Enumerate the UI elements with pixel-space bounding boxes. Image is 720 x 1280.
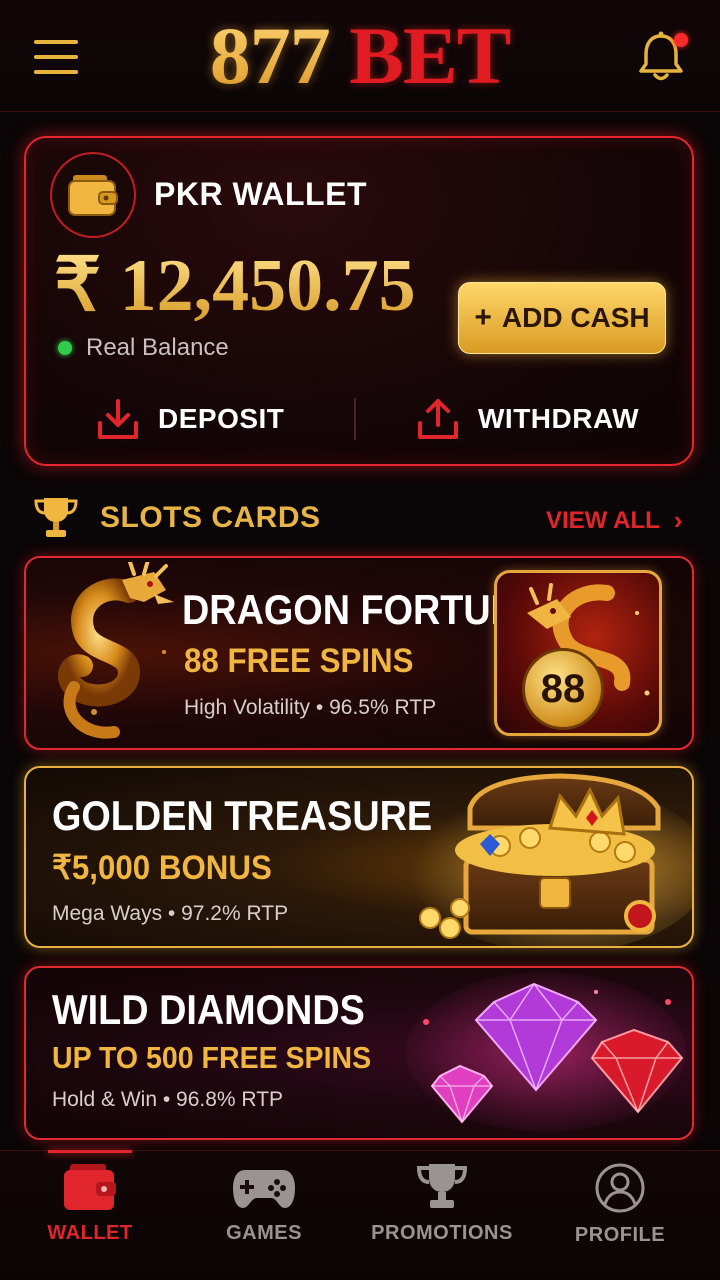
add-cash-button[interactable]: + ADD CASH: [458, 282, 666, 354]
nav-label-promotions: PROMOTIONS: [371, 1222, 513, 1244]
notification-dot: [674, 33, 688, 47]
diamonds-art: [406, 972, 686, 1132]
real-balance-label: Real Balance: [86, 334, 229, 361]
slot-meta: Hold & Win • 96.8% RTP: [52, 1088, 284, 1111]
slot-meta: High Volatility • 96.5% RTP: [184, 696, 437, 719]
deposit-label: DEPOSIT: [158, 403, 285, 434]
nav-active-indicator: [48, 1150, 132, 1153]
slot-offer: UP TO 500 FREE SPINS: [52, 1040, 372, 1075]
view-all-link[interactable]: VIEW ALL ›: [546, 505, 682, 536]
logo-word: BET: [349, 10, 511, 101]
treasure-chest-art: [410, 773, 692, 946]
nav-item-games[interactable]: GAMES: [184, 1162, 344, 1262]
wallet-icon-badge: [50, 152, 136, 238]
withdraw-button[interactable]: WITHDRAW: [416, 396, 639, 442]
golden-dragon-art: [58, 562, 174, 739]
withdraw-label: WITHDRAW: [478, 403, 640, 434]
nav-label-profile: PROFILE: [574, 1224, 666, 1246]
trophy-icon: [34, 498, 78, 537]
upload-icon: [418, 399, 458, 439]
slot-card-golden-treasure[interactable]: GOLDEN TREASURE ₹5,000 BONUS Mega Ways •…: [24, 766, 694, 948]
wallet-icon: [64, 1164, 116, 1210]
download-icon: [98, 399, 138, 439]
nav-label-games: GAMES: [226, 1222, 302, 1244]
plus-icon: +: [474, 301, 492, 334]
chevron-right-icon: ›: [673, 505, 683, 535]
trophy-icon: [416, 1164, 468, 1208]
slot-offer: ₹5,000 BONUS: [52, 849, 272, 887]
user-icon: [595, 1163, 645, 1213]
app-header: 877 BET: [0, 0, 720, 112]
section-title: SLOTS CARDS: [100, 501, 321, 534]
app-logo: 877 BET: [0, 14, 720, 98]
action-divider: [354, 398, 356, 440]
slot-offer: 88 FREE SPINS: [184, 642, 414, 680]
slot-card-dragon-fortune[interactable]: DRAGON FORTUNE 88 FREE SPINS High Volati…: [24, 556, 694, 750]
nav-label-wallet: WALLET: [47, 1222, 133, 1244]
slot-card-wild-diamonds[interactable]: WILD DIAMONDS UP TO 500 FREE SPINS Hold …: [24, 966, 694, 1140]
nav-item-profile[interactable]: PROFILE: [540, 1162, 700, 1262]
wallet-title: PKR WALLET: [154, 176, 367, 212]
add-cash-label: ADD CASH: [501, 302, 650, 333]
view-all-label: VIEW ALL: [546, 506, 660, 534]
slot-title: WILD DIAMONDS: [52, 986, 365, 1033]
real-balance-status-dot: [58, 341, 72, 355]
slot-title: GOLDEN TREASURE: [52, 792, 433, 839]
deposit-button[interactable]: DEPOSIT: [96, 396, 284, 442]
wallet-icon: [68, 175, 118, 216]
gamepad-icon: [233, 1170, 295, 1208]
wallet-balance: ₹ 12,450.75: [54, 245, 416, 327]
slot-meta: Mega Ways • 97.2% RTP: [52, 902, 289, 925]
nav-item-wallet[interactable]: WALLET: [10, 1162, 170, 1262]
slot-badge: 88: [522, 648, 604, 730]
logo-number: 877: [209, 10, 331, 101]
slot-title: DRAGON FORTUNE: [182, 586, 544, 633]
nav-item-promotions[interactable]: PROMOTIONS: [362, 1162, 522, 1262]
